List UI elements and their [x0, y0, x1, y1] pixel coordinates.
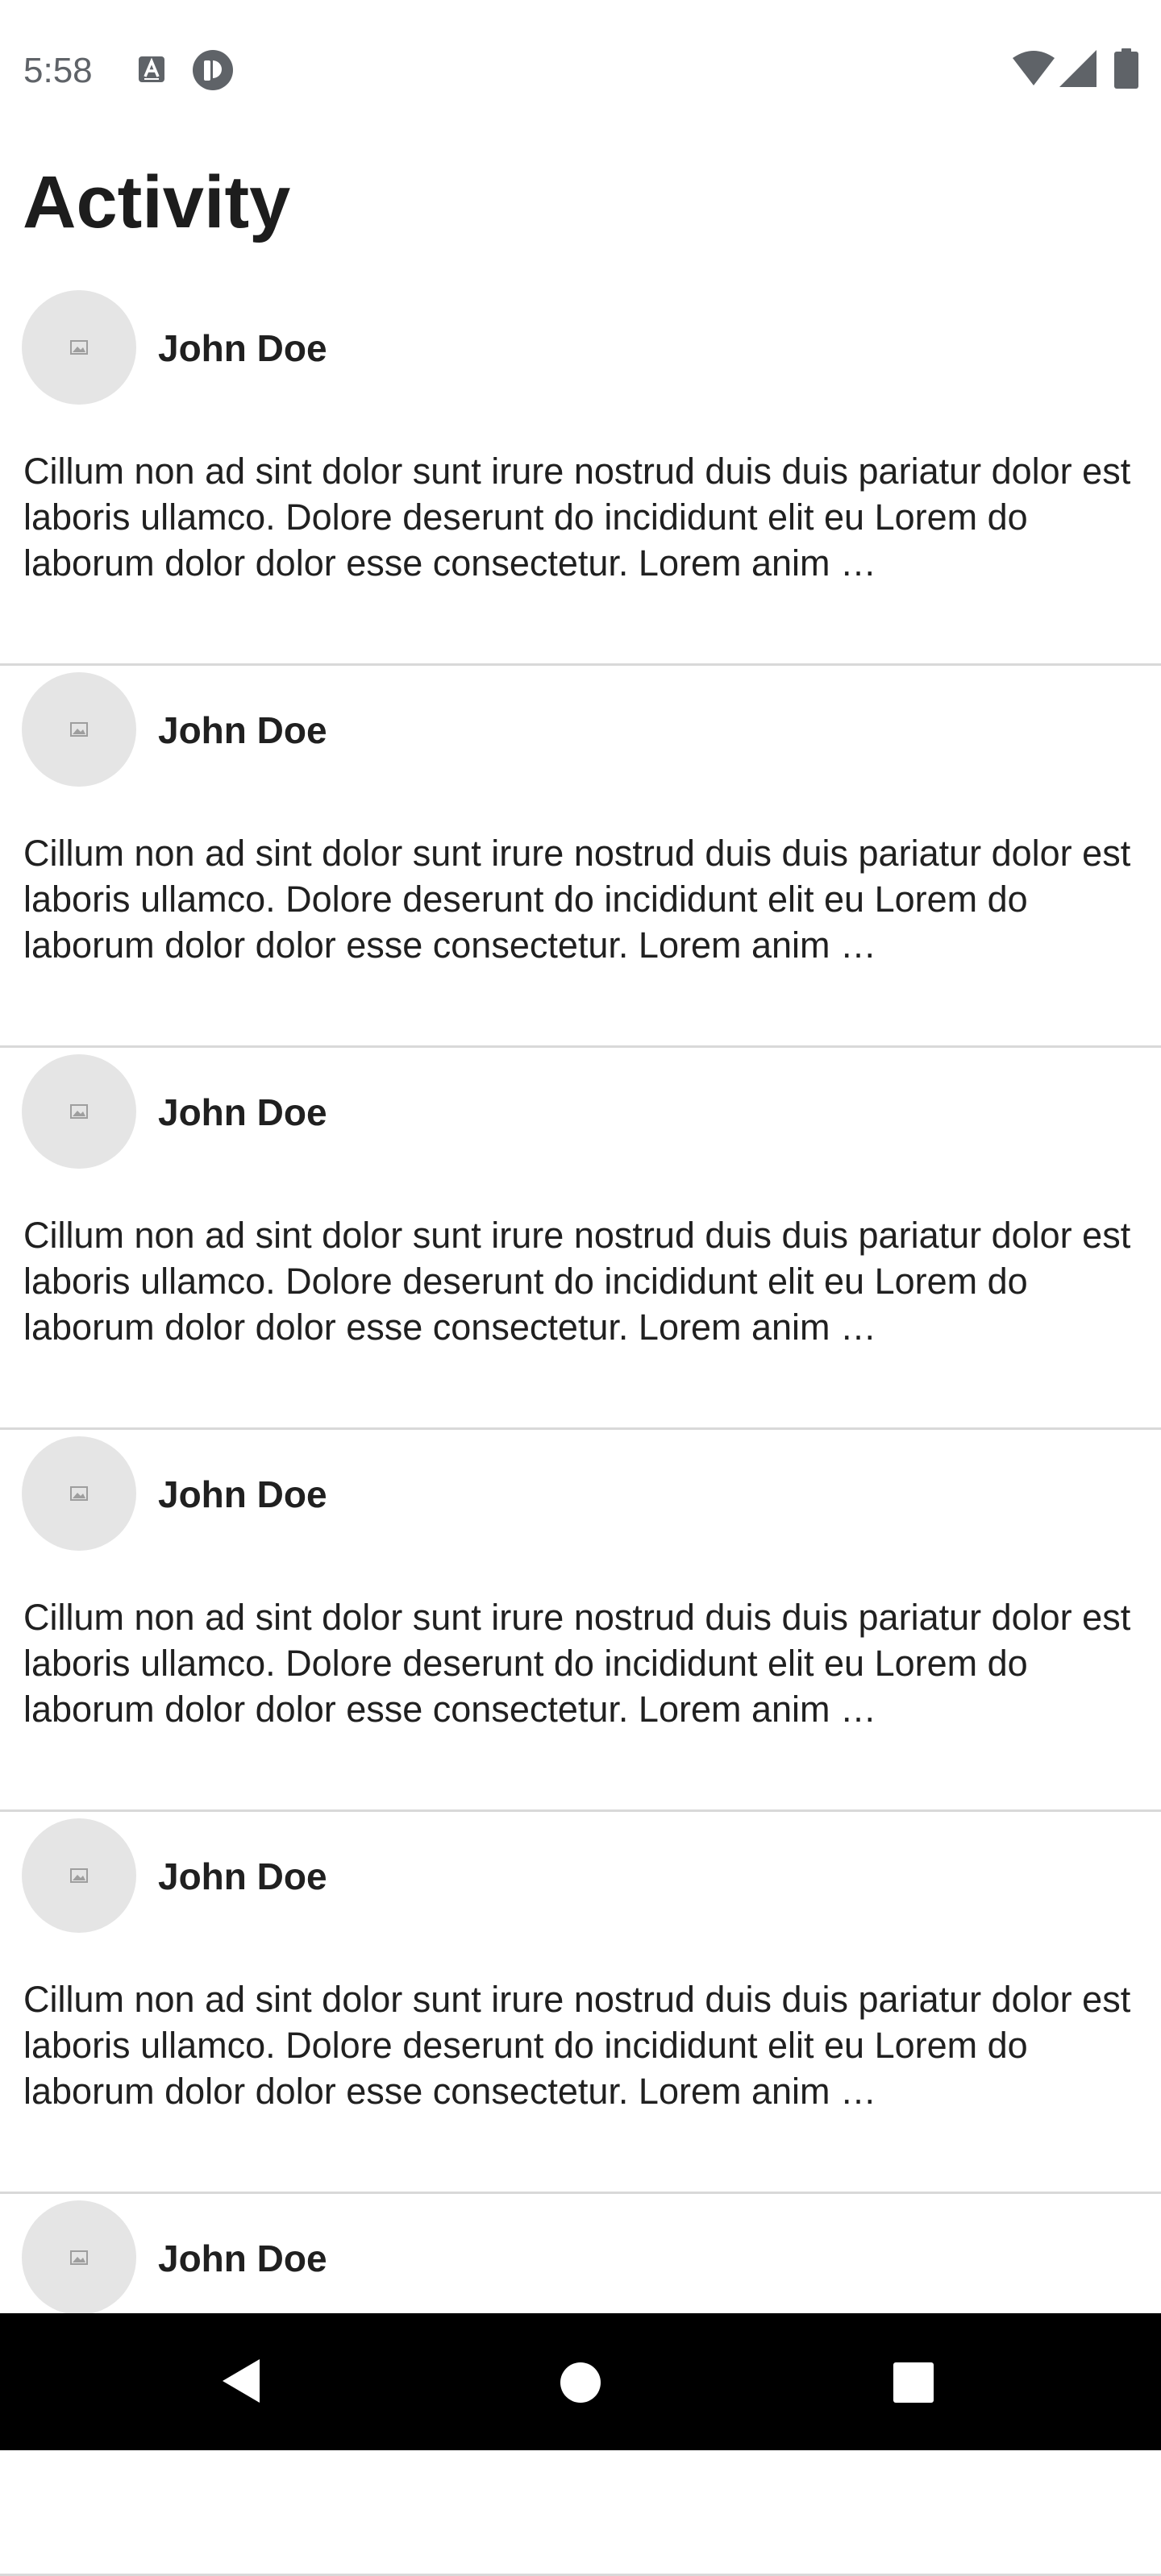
back-icon[interactable]	[218, 2356, 264, 2406]
feed-item[interactable]: John Doe Cillum non ad sint dolor sunt i…	[0, 1812, 1161, 2194]
author-name[interactable]: John Doe	[158, 326, 327, 371]
feed-item[interactable]: John Doe Cillum non ad sint dolor sunt i…	[0, 1048, 1161, 1430]
author-name[interactable]: John Doe	[158, 2236, 327, 2281]
post-text: Cillum non ad sint dolor sunt irure nost…	[23, 1979, 1131, 2112]
recents-icon[interactable]	[893, 2362, 934, 2404]
cell-signal-icon	[1059, 50, 1096, 87]
page-title: Activity	[23, 161, 291, 243]
image-placeholder-icon	[70, 2250, 88, 2265]
image-placeholder-icon	[70, 722, 88, 737]
status-time: 5:58	[23, 51, 93, 90]
avatar[interactable]	[22, 290, 136, 405]
status-bar: 5:58	[0, 0, 1161, 139]
battery-icon	[1114, 48, 1138, 89]
post-text: Cillum non ad sint dolor sunt irure nost…	[23, 1215, 1131, 1348]
image-placeholder-icon	[70, 1868, 88, 1883]
author-name[interactable]: John Doe	[158, 708, 327, 753]
avatar[interactable]	[22, 1054, 136, 1169]
avatar[interactable]	[22, 672, 136, 787]
feed-item[interactable]: John Doe Cillum non ad sint dolor sunt i…	[0, 666, 1161, 1048]
post-text: Cillum non ad sint dolor sunt irure nost…	[23, 451, 1131, 584]
image-placeholder-icon	[70, 340, 88, 355]
avatar[interactable]	[22, 1818, 136, 1933]
image-placeholder-icon	[70, 1104, 88, 1119]
avatar[interactable]	[22, 1436, 136, 1551]
post-text: Cillum non ad sint dolor sunt irure nost…	[23, 833, 1131, 966]
activity-feed[interactable]: John Doe Cillum non ad sint dolor sunt i…	[0, 284, 1161, 2576]
navigation-bar	[0, 2313, 1161, 2450]
author-name[interactable]: John Doe	[158, 1090, 327, 1135]
author-name[interactable]: John Doe	[158, 1472, 327, 1517]
text-input-icon	[139, 56, 164, 82]
wifi-icon	[1013, 51, 1055, 85]
feed-item[interactable]: John Doe Cillum non ad sint dolor sunt i…	[0, 284, 1161, 666]
image-placeholder-icon	[70, 1486, 88, 1501]
home-icon[interactable]	[560, 2362, 601, 2404]
notification-app-icon	[193, 50, 233, 90]
post-text: Cillum non ad sint dolor sunt irure nost…	[23, 1597, 1131, 1730]
feed-item[interactable]: John Doe Cillum non ad sint dolor sunt i…	[0, 1430, 1161, 1812]
author-name[interactable]: John Doe	[158, 1854, 327, 1899]
avatar[interactable]	[22, 2200, 136, 2315]
